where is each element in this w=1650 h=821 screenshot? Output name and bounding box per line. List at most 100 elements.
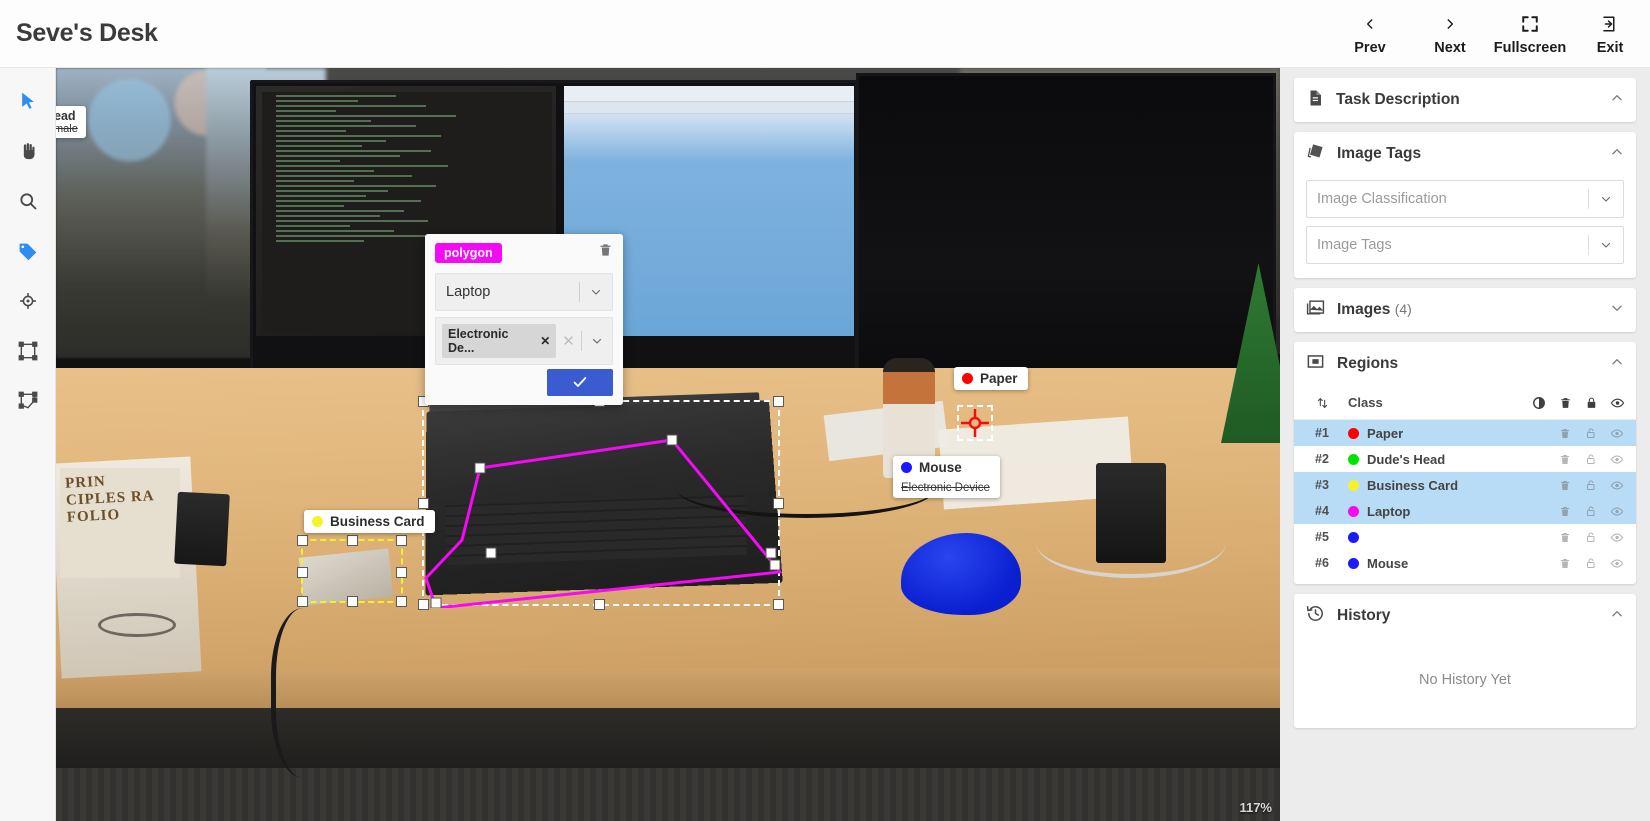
table-row[interactable]: #2 Dude's Head bbox=[1294, 446, 1636, 472]
bounding-box-tool[interactable] bbox=[11, 336, 45, 366]
business-card-region[interactable] bbox=[297, 535, 407, 607]
region-color-dot bbox=[1348, 531, 1359, 543]
images-title: Images (4) bbox=[1337, 301, 1412, 318]
region-class: Paper bbox=[1340, 426, 1552, 441]
region-id: #3 bbox=[1315, 478, 1329, 492]
fullscreen-icon bbox=[1521, 14, 1539, 34]
confirm-button[interactable] bbox=[547, 368, 613, 396]
history-card: History No History Yet bbox=[1294, 594, 1636, 728]
region-id: #4 bbox=[1315, 504, 1329, 518]
exit-button[interactable]: Exit bbox=[1570, 6, 1650, 64]
top-bar: Seve's Desk Prev Next Fullscreen Exit bbox=[0, 0, 1650, 68]
region-lock-icon[interactable] bbox=[1578, 505, 1604, 518]
image-classification-placeholder: Image Classification bbox=[1317, 191, 1447, 207]
regions-table-body: #1 Paper #2 Dude's Head #3 Business Card #4 Lap… bbox=[1294, 420, 1636, 584]
region-delete-icon[interactable] bbox=[1552, 479, 1578, 492]
paper-color-dot bbox=[962, 373, 973, 384]
zoom-tool[interactable] bbox=[11, 186, 45, 216]
trash-icon[interactable] bbox=[598, 242, 613, 263]
image-tags-header[interactable]: Image Tags bbox=[1294, 132, 1636, 176]
next-label: Next bbox=[1434, 40, 1466, 56]
laptop-selection-box[interactable] bbox=[418, 396, 784, 610]
chevron-up-icon[interactable] bbox=[1610, 607, 1624, 626]
chevron-down-icon[interactable] bbox=[580, 286, 612, 298]
tags-chevron-down-icon[interactable] bbox=[582, 335, 612, 347]
region-class-label: Paper bbox=[1367, 425, 1404, 441]
select-tool[interactable] bbox=[11, 86, 45, 116]
next-button[interactable]: Next bbox=[1410, 6, 1490, 64]
chevron-up-icon[interactable] bbox=[1610, 355, 1624, 374]
pan-tool[interactable] bbox=[11, 136, 45, 166]
tag-tool[interactable] bbox=[11, 236, 45, 266]
region-color-dot bbox=[1348, 479, 1359, 491]
tag-chip[interactable]: Electronic De... ✕ bbox=[442, 324, 557, 358]
table-row[interactable]: #5 bbox=[1294, 524, 1636, 550]
polygon-tool[interactable] bbox=[11, 386, 45, 416]
region-visibility-icon[interactable] bbox=[1604, 479, 1630, 492]
table-row[interactable]: #1 Paper bbox=[1294, 420, 1636, 446]
clear-tags-icon[interactable]: ✕ bbox=[556, 332, 581, 350]
business-card-label[interactable]: Business Card bbox=[304, 510, 435, 533]
paper-region[interactable] bbox=[957, 405, 993, 441]
region-lock-icon[interactable] bbox=[1578, 479, 1604, 492]
region-color-dot bbox=[1348, 557, 1359, 569]
chevron-up-icon[interactable] bbox=[1610, 91, 1624, 110]
region-delete-icon[interactable] bbox=[1552, 505, 1578, 518]
table-row[interactable]: #6 Mouse bbox=[1294, 550, 1636, 576]
region-class: Mouse bbox=[1340, 556, 1552, 571]
contrast-icon[interactable] bbox=[1526, 396, 1552, 410]
region-color-dot bbox=[1348, 427, 1359, 439]
images-count: (4) bbox=[1394, 301, 1412, 317]
region-delete-icon[interactable] bbox=[1552, 453, 1578, 466]
regions-column-class: Class bbox=[1348, 395, 1383, 410]
regions-header[interactable]: Regions bbox=[1294, 342, 1636, 386]
region-class-label: Laptop bbox=[1367, 503, 1411, 519]
tag-chip-remove-icon[interactable]: ✕ bbox=[540, 334, 550, 348]
region-edit-popup[interactable]: polygon Laptop Electronic De... ✕ ✕ bbox=[425, 234, 623, 405]
tags-select[interactable]: Electronic De... ✕ ✕ bbox=[435, 317, 613, 365]
region-visibility-icon[interactable] bbox=[1604, 531, 1630, 544]
prev-button[interactable]: Prev bbox=[1330, 6, 1410, 64]
fullscreen-button[interactable]: Fullscreen bbox=[1490, 6, 1570, 64]
region-visibility-icon[interactable] bbox=[1604, 505, 1630, 518]
region-delete-icon[interactable] bbox=[1552, 557, 1578, 570]
fullscreen-label: Fullscreen bbox=[1493, 40, 1567, 56]
trash-icon[interactable] bbox=[1552, 396, 1578, 410]
class-select[interactable]: Laptop bbox=[435, 273, 613, 311]
table-row[interactable]: #3 Business Card bbox=[1294, 472, 1636, 498]
regions-card: Regions Class #1 Paper #2 Dude's Head #3… bbox=[1294, 342, 1636, 584]
image-tags-select[interactable]: Image Tags bbox=[1306, 226, 1624, 264]
image-classification-select[interactable]: Image Classification bbox=[1306, 180, 1624, 218]
page-title: Seve's Desk bbox=[16, 19, 158, 47]
chevron-down-icon[interactable] bbox=[1589, 193, 1623, 205]
task-description-header[interactable]: Task Description bbox=[1294, 78, 1636, 122]
chevron-down-icon[interactable] bbox=[1589, 239, 1623, 251]
chevron-down-icon[interactable] bbox=[1610, 301, 1624, 320]
paper-label[interactable]: Paper bbox=[954, 367, 1028, 390]
history-icon bbox=[1306, 604, 1325, 628]
region-lock-icon[interactable] bbox=[1578, 453, 1604, 466]
region-delete-icon[interactable] bbox=[1552, 427, 1578, 440]
history-header[interactable]: History bbox=[1294, 594, 1636, 638]
chevron-left-icon bbox=[1363, 14, 1377, 34]
eye-icon[interactable] bbox=[1604, 396, 1630, 410]
table-row[interactable]: #4 Laptop bbox=[1294, 498, 1636, 524]
images-header[interactable]: Images (4) bbox=[1294, 288, 1636, 332]
region-lock-icon[interactable] bbox=[1578, 427, 1604, 440]
region-delete-icon[interactable] bbox=[1552, 531, 1578, 544]
history-title: History bbox=[1337, 607, 1391, 624]
region-visibility-icon[interactable] bbox=[1604, 427, 1630, 440]
region-visibility-icon[interactable] bbox=[1604, 453, 1630, 466]
region-visibility-icon[interactable] bbox=[1604, 557, 1630, 570]
tag-chip-label: Electronic De... bbox=[448, 327, 509, 355]
sort-icon[interactable] bbox=[1304, 396, 1340, 410]
mouse-label[interactable]: Mouse Electronic Device bbox=[893, 456, 1000, 498]
region-lock-icon[interactable] bbox=[1578, 531, 1604, 544]
annotation-canvas[interactable]: PRIN CIPLES RA FOLIO ead male Business C… bbox=[56, 68, 1280, 821]
lock-icon[interactable] bbox=[1578, 396, 1604, 410]
point-tool[interactable] bbox=[11, 286, 45, 316]
chevron-up-icon[interactable] bbox=[1610, 145, 1624, 164]
document-icon bbox=[1306, 88, 1324, 113]
region-lock-icon[interactable] bbox=[1578, 557, 1604, 570]
image-icon bbox=[1306, 298, 1325, 322]
